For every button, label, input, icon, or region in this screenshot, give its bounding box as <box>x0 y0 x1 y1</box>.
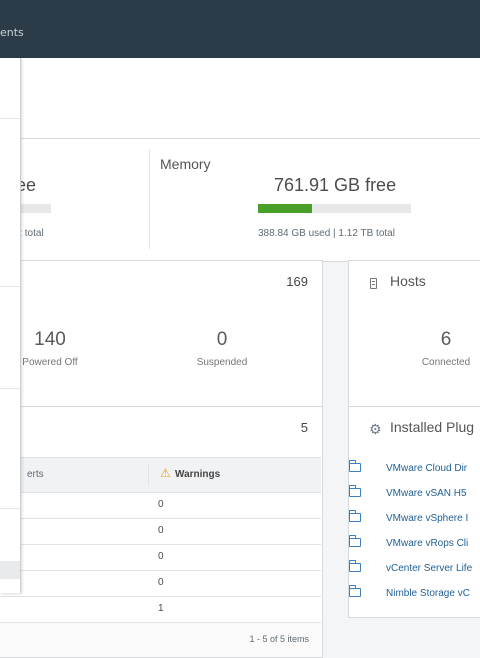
capacity-card: ee z total Memory 761.91 GB free 388.84 … <box>0 138 480 262</box>
column-divider <box>148 464 149 486</box>
folder-icon <box>349 510 361 522</box>
memory-title: Memory <box>160 156 211 172</box>
plugin-item[interactable]: VMware vRops Cli <box>349 535 469 549</box>
plugin-item[interactable]: VMware vSphere I <box>349 510 469 524</box>
plugin-label: vCenter Server Life <box>386 563 473 574</box>
plugin-label: VMware vSphere I <box>386 513 469 524</box>
warnings-cell: 0 <box>158 551 164 562</box>
plugins-title[interactable]: Installed Plug <box>390 419 474 435</box>
cpu-total: z total <box>17 228 44 239</box>
dropdown-divider <box>0 286 20 287</box>
memory-usage-text: 388.84 GB used | 1.12 TB total <box>258 228 395 239</box>
plugin-item[interactable]: vCenter Server Life <box>349 560 473 574</box>
plugin-item[interactable]: VMware Cloud Dir <box>349 460 468 474</box>
warning-icon: ⚠ <box>160 466 171 480</box>
folder-icon <box>349 535 361 547</box>
column-warnings[interactable]: Warnings <box>175 469 220 480</box>
memory-usage-bar <box>258 204 411 213</box>
objects-count: 5 <box>300 420 308 435</box>
vms-stat-suspended[interactable]: 0 Suspended <box>171 329 273 368</box>
folder-icon <box>349 485 361 497</box>
host-icon <box>370 278 377 289</box>
dropdown-divider <box>0 388 20 389</box>
memory-free: 761.91 GB free <box>274 175 397 195</box>
hosts-value: 6 <box>440 329 452 350</box>
warnings-cell: 1 <box>158 603 164 614</box>
objects-card: 5 erts ⚠ Warnings 0 0 0 0 1 1 - 5 of 5 i… <box>0 406 323 658</box>
dropdown-panel[interactable] <box>0 58 21 593</box>
hosts-card: Hosts 6 Connected <box>348 260 480 408</box>
vms-card: 169 140 Powered Off 0 Suspended <box>0 260 323 408</box>
top-header: ents <box>0 0 480 58</box>
plugin-label: VMware vRops Cli <box>386 538 469 549</box>
hosts-label: Connected <box>421 357 471 368</box>
table-row[interactable]: 0 <box>0 571 321 597</box>
folder-icon <box>349 560 361 572</box>
plugin-label: VMware vSAN H5 <box>386 488 467 499</box>
hosts-title[interactable]: Hosts <box>390 273 426 289</box>
plugin-icon: ⚙ <box>369 422 382 438</box>
column-alerts[interactable]: erts <box>27 469 44 480</box>
warnings-cell: 0 <box>158 499 164 510</box>
folder-icon <box>349 460 361 472</box>
warnings-cell: 0 <box>158 577 164 588</box>
folder-icon <box>349 585 361 597</box>
warnings-cell: 0 <box>158 525 164 536</box>
suspended-value: 0 <box>216 329 228 350</box>
capacity-divider <box>149 149 150 249</box>
table-row[interactable]: 0 <box>0 545 321 571</box>
memory-usage-fill <box>258 204 312 213</box>
suspended-label: Suspended <box>196 357 248 368</box>
table-row[interactable]: 1 <box>0 597 321 623</box>
plugin-label: VMware Cloud Dir <box>386 463 468 474</box>
dropdown-divider <box>0 118 20 119</box>
vms-count: 169 <box>286 274 308 289</box>
breadcrumb[interactable]: ents <box>0 26 24 39</box>
objects-table-header: erts ⚠ Warnings <box>0 457 321 493</box>
plugin-item[interactable]: VMware vSAN H5 <box>349 485 467 499</box>
plugins-card: ⚙ Installed Plug <box>348 406 480 618</box>
toolbar-area <box>0 58 480 139</box>
table-row[interactable]: 0 <box>0 519 321 545</box>
table-row[interactable]: 0 <box>0 493 321 519</box>
dropdown-divider <box>0 508 20 509</box>
table-footer: 1 - 5 of 5 items <box>0 623 321 657</box>
hosts-stat-connected[interactable]: 6 Connected <box>396 329 480 368</box>
plugin-label: Nimble Storage vC <box>386 588 470 599</box>
dropdown-item-selected[interactable] <box>0 561 20 579</box>
plugin-item[interactable]: Nimble Storage vC <box>349 585 470 599</box>
pagination-text: 1 - 5 of 5 items <box>249 634 309 644</box>
